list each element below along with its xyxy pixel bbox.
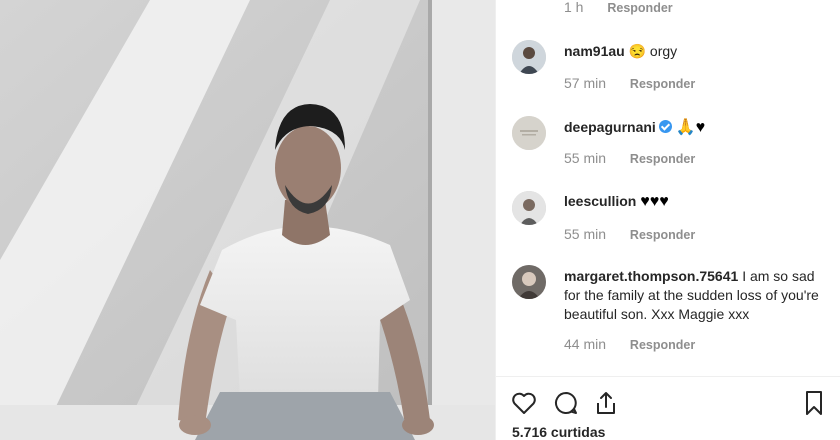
comment-body: nam91au 😒 orgy	[564, 42, 830, 61]
comment-meta: 57 min Responder	[564, 75, 695, 91]
verified-badge-icon	[658, 120, 672, 133]
likes-count[interactable]: 5.716 curtidas	[512, 424, 605, 440]
comment-username[interactable]: leescullion	[564, 193, 636, 209]
bookmark-icon[interactable]	[800, 389, 828, 417]
comment-bubble-icon[interactable]	[552, 389, 580, 417]
avatar[interactable]	[512, 40, 546, 74]
comment-time: 55 min	[564, 150, 607, 166]
comment-time: 1 h	[564, 0, 584, 15]
reply-button[interactable]: Responder	[630, 338, 695, 352]
comments-panel: 1 h Responder nam91au 😒 orgy 57 min Resp…	[495, 0, 840, 440]
reply-button[interactable]: Responder	[630, 77, 695, 91]
avatar-image	[512, 116, 546, 150]
comment-username[interactable]: margaret.thompson.75641	[564, 268, 738, 284]
share-icon[interactable]	[592, 389, 620, 417]
comment-body: deepagurnani 🙏♥	[564, 118, 830, 137]
post-image	[0, 0, 495, 440]
comment-text: 😒 orgy	[628, 43, 678, 59]
avatar-image	[512, 191, 546, 225]
comment-username[interactable]: deepagurnani	[564, 119, 656, 135]
comment-time: 44 min	[564, 336, 607, 352]
avatar[interactable]	[512, 116, 546, 150]
comment-username[interactable]: nam91au	[564, 43, 625, 59]
avatar-image	[512, 265, 546, 299]
comment-text: ♥♥♥	[640, 193, 669, 210]
comment-body: margaret.thompson.75641 I am so sad for …	[564, 267, 830, 324]
avatar[interactable]	[512, 265, 546, 299]
post-photo	[0, 0, 495, 440]
reply-button[interactable]: Responder	[630, 228, 695, 242]
comment-time: 57 min	[564, 75, 607, 91]
reply-button[interactable]: Responder	[607, 1, 672, 15]
avatar-image	[512, 40, 546, 74]
avatar[interactable]	[512, 191, 546, 225]
post-actions-bar: 5.716 curtidas	[496, 376, 840, 440]
comment-meta: 44 min Responder	[564, 336, 695, 352]
reply-button[interactable]: Responder	[630, 152, 695, 166]
heart-outline-icon[interactable]	[510, 389, 538, 417]
comment-body: leescullion ♥♥♥	[564, 192, 830, 211]
comment-meta: 55 min Responder	[564, 226, 695, 242]
comment-meta: 55 min Responder	[564, 150, 695, 166]
comment-text: 🙏♥	[675, 119, 706, 136]
comment-time: 55 min	[564, 226, 607, 242]
comment-meta: 1 h Responder	[564, 0, 673, 15]
